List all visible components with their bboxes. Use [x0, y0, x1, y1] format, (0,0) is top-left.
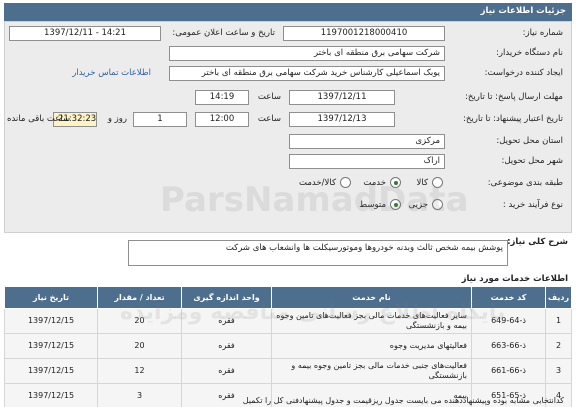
process-medium-label: متوسط: [359, 200, 386, 210]
creator-label: ایجاد کننده درخواست:: [484, 68, 563, 78]
buyer-org-label: نام دستگاه خریدار:: [496, 48, 563, 58]
services-table: ردیف کد خدمت نام خدمت واحد اندازه گیری ت…: [4, 286, 572, 407]
category-service-label: خدمت: [363, 178, 386, 188]
process-medium-radio[interactable]: [390, 199, 401, 210]
col-date-header: تاریخ نیاز: [4, 286, 98, 309]
row-date: 1397/12/15: [4, 333, 98, 359]
row-code: ذ-66-663: [471, 333, 546, 359]
table-row: 1 ذ-64-649 سایر فعالیت‌های خدمات مالی بج…: [4, 308, 572, 334]
send-deadline-date: 1397/12/11: [289, 90, 395, 105]
city-field: اراک: [289, 154, 445, 169]
need-number-label: شماره نیاز:: [522, 28, 563, 38]
services-section-title: اطلاعات خدمات مورد نیاز: [461, 274, 568, 284]
table-header-row: ردیف کد خدمت نام خدمت واحد اندازه گیری ت…: [4, 286, 572, 309]
category-service-radio[interactable]: [390, 177, 401, 188]
need-number-field: 1197001218000410: [283, 26, 445, 41]
category-label: طبقه بندی موضوعی:: [487, 178, 563, 188]
row-index: 1: [545, 308, 572, 334]
announce-datetime-label: تاریخ و ساعت اعلان عمومی:: [172, 28, 275, 38]
province-label: استان محل تحویل:: [496, 136, 563, 146]
page-title: جزئیات اطلاعات نیاز: [480, 6, 566, 16]
process-type-label: نوع فرآیند خرید :: [502, 200, 563, 210]
row-unit: فقره: [181, 358, 272, 384]
process-minor-radio[interactable]: [432, 199, 443, 210]
category-goods-service-label: کالا/خدمت: [299, 178, 336, 188]
city-label: شهر محل تحویل:: [501, 156, 563, 166]
row-date: 1397/12/15: [4, 358, 98, 384]
days-label: روز و: [107, 114, 127, 124]
footer-note: کدانتخابی مشابه بوده وپیشنهاددهنده می با…: [242, 396, 564, 405]
col-index-header: ردیف: [545, 286, 572, 309]
row-name: فعالیتهای مدیریت وجوه: [271, 333, 472, 359]
need-details-form: شماره نیاز: 1197001218000410 تاریخ و ساع…: [4, 21, 572, 233]
row-index: 3: [545, 358, 572, 384]
remaining-days-field: 1: [133, 112, 187, 127]
send-deadline-time: 14:19: [195, 90, 249, 105]
col-code-header: کد خدمت: [471, 286, 546, 309]
category-goods-label: کالا: [416, 178, 428, 188]
row-date: 1397/12/15: [4, 308, 98, 334]
page-header: جزئیات اطلاعات نیاز: [4, 3, 572, 21]
validity-time-field: 12:00: [195, 112, 249, 127]
table-row: 2 ذ-66-663 فعالیتهای مدیریت وجوه فقره 20…: [4, 333, 572, 359]
validity-time-label: ساعت: [257, 114, 281, 124]
row-code: ذ-66-661: [471, 358, 546, 384]
remaining-time-label: ساعت باقی مانده: [7, 114, 71, 124]
row-index: 2: [545, 333, 572, 359]
col-unit-header: واحد اندازه گیری: [181, 286, 272, 309]
col-name-header: نام خدمت: [271, 286, 472, 309]
table-row: 3 ذ-66-661 فعالیت‌های جنبی خدمات مالی بج…: [4, 358, 572, 384]
row-qty: 12: [97, 358, 182, 384]
services-table-container: ردیف کد خدمت نام خدمت واحد اندازه گیری ت…: [4, 286, 572, 407]
row-name: فعالیت‌های جنبی خدمات مالی بجز تامین وجو…: [271, 358, 472, 384]
buyer-contact-link[interactable]: اطلاعات تماس خریدار: [72, 68, 151, 78]
creator-field: یوبک اسماعیلی کارشناس خرید شرکت سهامی بر…: [169, 66, 445, 81]
description-field: پوشش بیمه شخص ثالث وبدنه خودروها وموتورس…: [128, 240, 508, 266]
row-unit: فقره: [181, 308, 272, 334]
send-deadline-label: مهلت ارسال پاسخ: تا تاریخ:: [465, 92, 563, 102]
category-goods-radio[interactable]: [432, 177, 443, 188]
announce-datetime-field: 1397/12/11 - 14:21: [9, 26, 161, 41]
row-name: سایر فعالیت‌های خدمات مالی بجز فعالیت‌ها…: [271, 308, 472, 334]
description-label: شرح کلی نیاز:: [507, 237, 568, 247]
row-code: ذ-64-649: [471, 308, 546, 334]
row-qty: 20: [97, 308, 182, 334]
buyer-org-field: شرکت سهامی برق منطقه ای باختر: [169, 46, 445, 61]
col-qty-header: تعداد / مقدار: [97, 286, 182, 309]
category-goods-service-radio[interactable]: [340, 177, 351, 188]
row-unit: فقره: [181, 333, 272, 359]
validity-deadline-label: تاریخ اعتبار پیشنهاد: تا تاریخ:: [463, 114, 563, 124]
province-field: مرکزی: [289, 134, 445, 149]
send-deadline-time-label: ساعت: [257, 92, 281, 102]
validity-deadline-date: 1397/12/13: [289, 112, 395, 127]
row-qty: 20: [97, 333, 182, 359]
process-minor-label: جزیی: [408, 200, 428, 210]
